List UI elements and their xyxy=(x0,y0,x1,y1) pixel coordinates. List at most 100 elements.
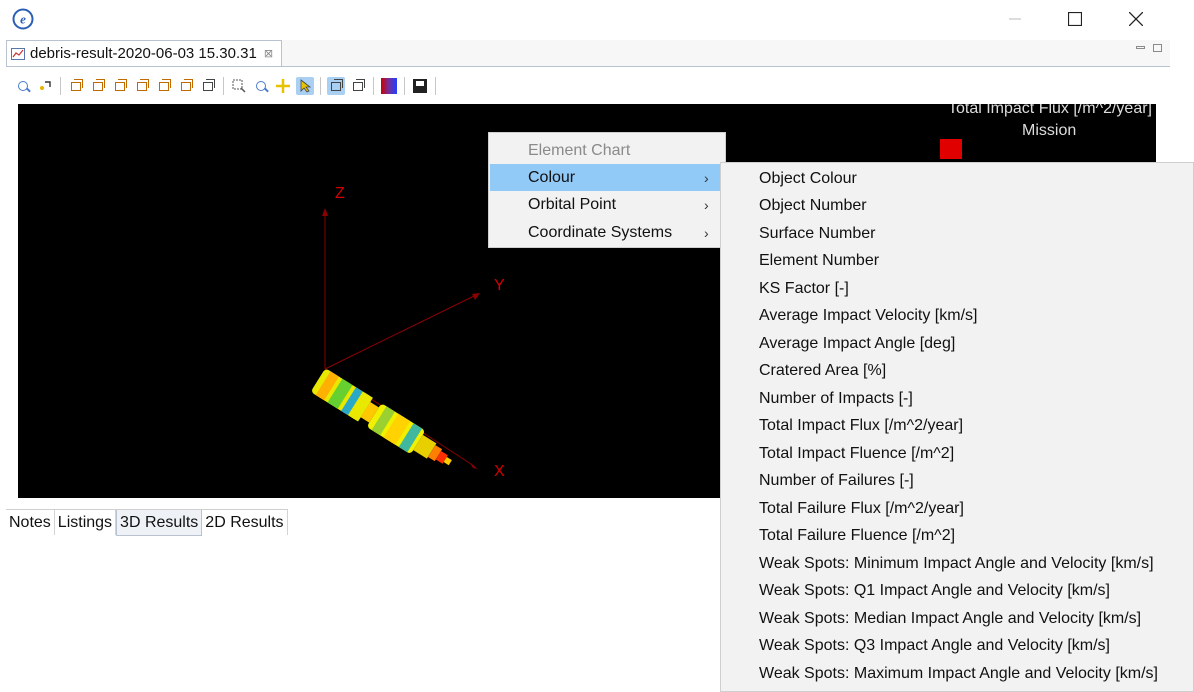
colour-submenu: Object Colour Object Number Surface Number… xyxy=(720,162,1194,692)
submenu-item[interactable]: Number of Impacts [-] xyxy=(721,385,1193,412)
maximize-view-icon[interactable] xyxy=(1153,44,1162,52)
submenu-item[interactable]: Total Impact Flux [/m^2/year] xyxy=(721,413,1193,440)
colour-map-icon[interactable] xyxy=(380,77,398,95)
submenu-arrow-icon: › xyxy=(704,224,709,241)
submenu-item[interactable]: Cratered Area [%] xyxy=(721,358,1193,385)
submenu-item[interactable]: Weak Spots: Median Impact Angle and Velo… xyxy=(721,605,1193,632)
menu-item-label: Element Chart xyxy=(528,141,631,159)
view-back-icon[interactable] xyxy=(89,77,107,95)
submenu-item[interactable]: Total Failure Flux [/m^2/year] xyxy=(721,495,1193,522)
submenu-item-label: Object Colour xyxy=(759,169,857,187)
submenu-item-label: Weak Spots: Maximum Impact Angle and Vel… xyxy=(759,664,1158,682)
submenu-item-label: Weak Spots: Q1 Impact Angle and Velocity… xyxy=(759,582,1110,599)
x-axis-label: X xyxy=(494,463,505,480)
submenu-item-label: Surface Number xyxy=(759,224,876,242)
submenu-item-label: Element Number xyxy=(759,252,880,269)
submenu-item-label: Total Impact Flux [/m^2/year] xyxy=(759,417,964,434)
svg-text:e: e xyxy=(20,12,26,27)
close-button[interactable] xyxy=(1107,0,1165,38)
submenu-item-label: Weak Spots: Q3 Impact Angle and Velocity… xyxy=(759,637,1110,654)
view-bottom-icon[interactable] xyxy=(177,77,195,95)
submenu-item[interactable]: Weak Spots: Minimum Impact Angle and Vel… xyxy=(721,550,1193,577)
minimize-icon xyxy=(1009,18,1021,20)
submenu-item[interactable]: Weak Spots: Q1 Impact Angle and Velocity… xyxy=(721,578,1193,605)
submenu-item[interactable]: Total Failure Fluence [/m^2] xyxy=(721,523,1193,550)
zoom-fit-icon[interactable] xyxy=(14,77,32,95)
menu-item-label: Orbital Point xyxy=(528,195,617,213)
submenu-item-label: KS Factor [-] xyxy=(759,279,849,297)
select-icon[interactable] xyxy=(296,77,314,95)
menu-item-label: Colour xyxy=(528,168,576,186)
menu-item-coordinate-systems[interactable]: Coordinate Systems › xyxy=(490,219,724,246)
save-icon[interactable] xyxy=(411,77,429,95)
tab-2d-results[interactable]: 2D Results xyxy=(202,510,288,535)
zoom-icon[interactable] xyxy=(252,77,270,95)
submenu-item-label: Number of Impacts [-] xyxy=(759,389,913,407)
viewer-toolbar xyxy=(14,74,442,98)
submenu-item[interactable]: Average Impact Angle [deg] xyxy=(721,330,1193,357)
view-right-icon[interactable] xyxy=(133,77,151,95)
maximize-button[interactable] xyxy=(1046,0,1104,38)
toolbar-separator xyxy=(404,77,405,95)
submenu-item-label: Total Failure Flux [/m^2/year] xyxy=(759,499,964,517)
submenu-item-label: Total Failure Fluence [/m^2] xyxy=(759,527,956,544)
maximize-icon xyxy=(1068,12,1082,26)
editor-tab-bar: debris-result-2020-06-03 15.30.31 ⊠ xyxy=(6,40,1170,67)
zoom-box-icon[interactable] xyxy=(230,77,248,95)
view-iso-icon[interactable] xyxy=(199,77,217,95)
minimize-view-icon[interactable] xyxy=(1136,46,1145,49)
result-tabs: Notes Listings 3D Results 2D Results xyxy=(6,509,288,536)
submenu-item-label: Average Impact Velocity [km/s] xyxy=(759,307,978,324)
tab-close-icon[interactable]: ⊠ xyxy=(264,47,273,60)
toolbar-separator xyxy=(320,77,321,95)
context-menu: Element Chart Colour › Orbital Point › C… xyxy=(488,132,726,248)
submenu-item-label: Total Impact Fluence [/m^2] xyxy=(759,444,955,462)
submenu-item[interactable]: Weak Spots: Q3 Impact Angle and Velocity… xyxy=(721,633,1193,660)
z-axis-label: Z xyxy=(335,185,345,202)
submenu-item[interactable]: KS Factor [-] xyxy=(721,275,1193,302)
view-controls xyxy=(1136,44,1162,52)
tab-3d-results[interactable]: 3D Results xyxy=(116,510,203,536)
editor-tab[interactable]: debris-result-2020-06-03 15.30.31 ⊠ xyxy=(6,40,283,66)
y-axis-line xyxy=(324,294,477,370)
satellite-model xyxy=(312,369,452,466)
tab-notes[interactable]: Notes xyxy=(6,510,55,535)
z-axis-arrow xyxy=(322,208,328,216)
submenu-item-label: Average Impact Angle [deg] xyxy=(759,334,956,352)
submenu-item[interactable]: Weak Spots: Maximum Impact Angle and Vel… xyxy=(721,660,1193,687)
toolbar-separator xyxy=(373,77,374,95)
submenu-item-label: Weak Spots: Median Impact Angle and Velo… xyxy=(759,609,1142,627)
submenu-item-label: Number of Failures [-] xyxy=(759,472,914,489)
toolbar-separator xyxy=(223,77,224,95)
submenu-item-label: Object Number xyxy=(759,197,867,214)
submenu-item[interactable]: Object Colour xyxy=(721,165,1193,192)
submenu-item[interactable]: Total Impact Fluence [/m^2] xyxy=(721,440,1193,467)
menu-item-orbital-point[interactable]: Orbital Point › xyxy=(490,191,724,218)
minimize-button[interactable] xyxy=(986,0,1044,38)
submenu-item[interactable]: Surface Number xyxy=(721,220,1193,247)
app-logo-icon: e xyxy=(12,8,34,30)
shaded-icon[interactable] xyxy=(349,77,367,95)
editor-tab-title: debris-result-2020-06-03 15.30.31 xyxy=(30,45,257,62)
submenu-item[interactable]: Number of Failures [-] xyxy=(721,468,1193,495)
result-file-icon xyxy=(11,47,25,60)
view-top-icon[interactable] xyxy=(155,77,173,95)
view-front-icon[interactable] xyxy=(67,77,85,95)
submenu-arrow-icon: › xyxy=(704,196,709,213)
toolbar-separator xyxy=(60,77,61,95)
pick-icon[interactable] xyxy=(36,77,54,95)
submenu-item[interactable]: Average Impact Velocity [km/s] xyxy=(721,303,1193,330)
submenu-item[interactable]: Element Number xyxy=(721,248,1193,275)
wireframe-icon[interactable] xyxy=(327,77,345,95)
submenu-item-label: Weak Spots: Minimum Impact Angle and Vel… xyxy=(759,554,1154,572)
pan-icon[interactable] xyxy=(274,77,292,95)
submenu-item-label: Cratered Area [%] xyxy=(759,362,887,379)
submenu-item[interactable]: Object Number xyxy=(721,193,1193,220)
view-left-icon[interactable] xyxy=(111,77,129,95)
submenu-arrow-icon: › xyxy=(704,169,709,186)
menu-item-colour[interactable]: Colour › xyxy=(490,164,724,191)
tab-listings[interactable]: Listings xyxy=(54,510,117,535)
y-axis-label: Y xyxy=(494,277,505,294)
toolbar-separator xyxy=(435,77,436,95)
menu-item-element-chart[interactable]: Element Chart xyxy=(490,137,724,164)
